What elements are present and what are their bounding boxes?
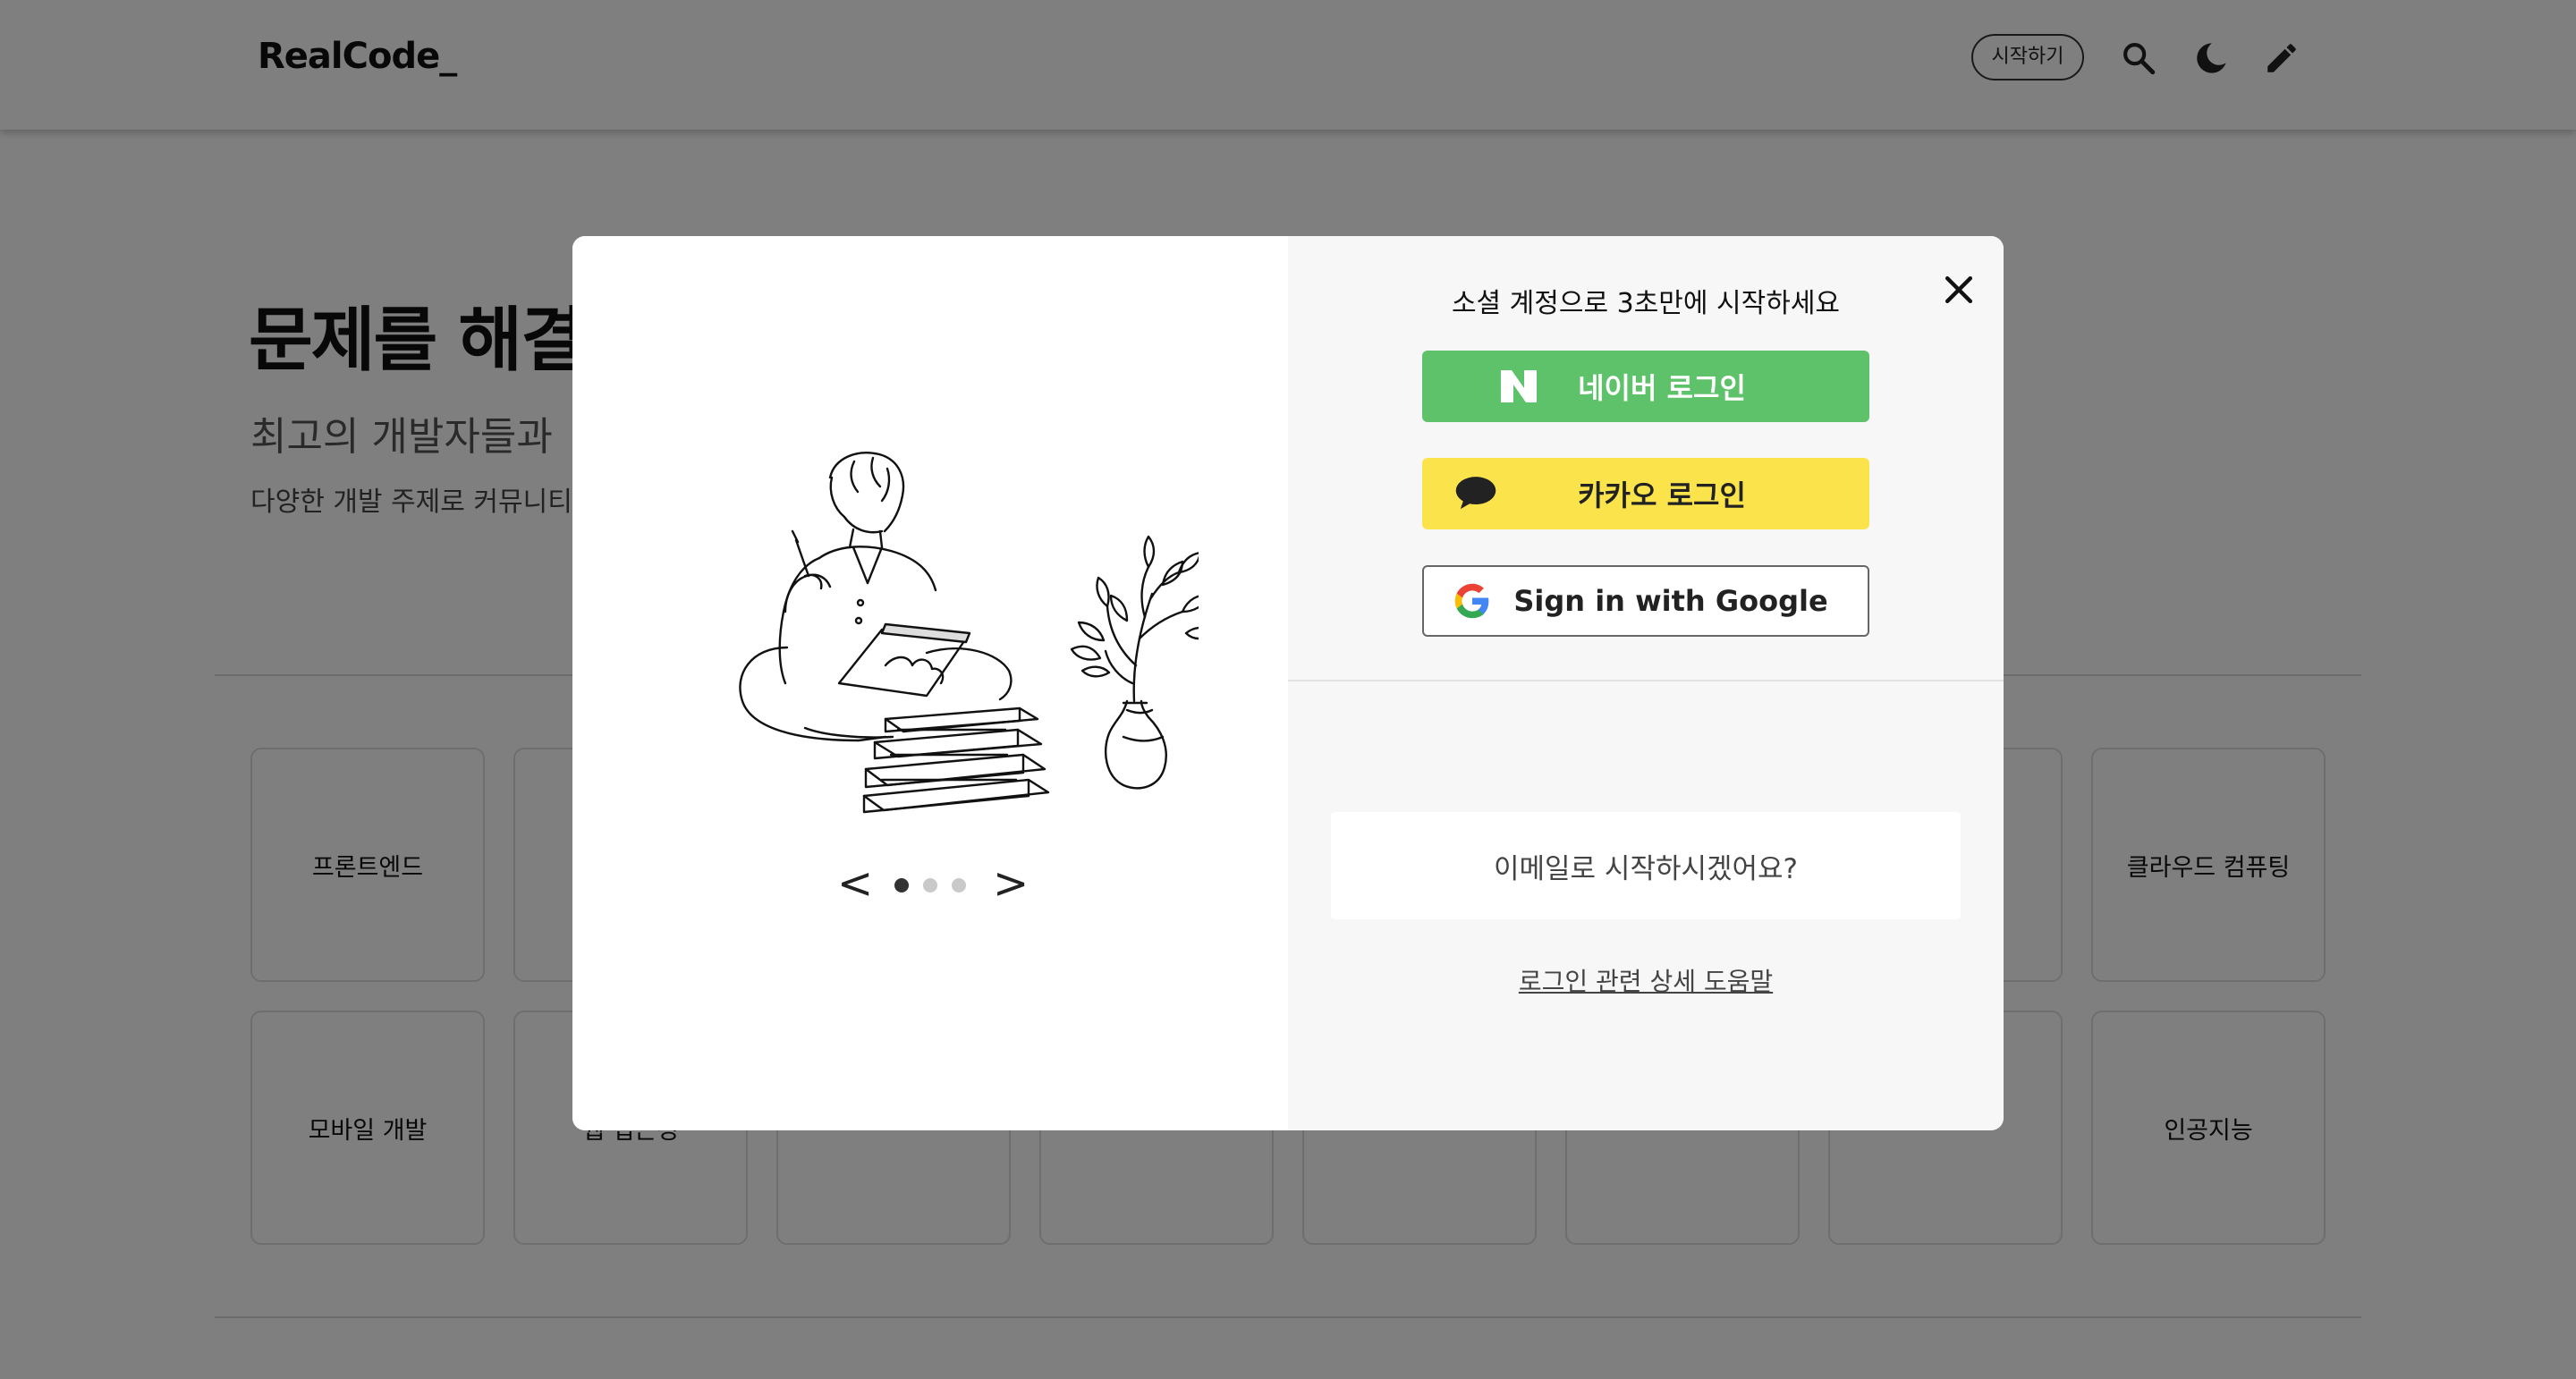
modal-title: 소셜 계정으로 3초만에 시작하세요 bbox=[1451, 288, 1841, 319]
naver-icon bbox=[1497, 367, 1540, 406]
carousel-dot[interactable] bbox=[952, 878, 966, 893]
carousel-dot[interactable] bbox=[923, 878, 937, 893]
google-icon bbox=[1451, 581, 1494, 621]
login-help-link[interactable]: 로그인 관련 상세 도움말 bbox=[1288, 962, 2004, 998]
naver-login-button[interactable]: 네이버 로그인 bbox=[1422, 351, 1869, 422]
kakao-login-label: 카카오 로그인 bbox=[1578, 478, 1746, 512]
modal-divider bbox=[1288, 680, 2004, 681]
modal-login-panel: 소셜 계정으로 3초만에 시작하세요 네이버 로그인 카카오 로그인 Sign … bbox=[1288, 236, 2004, 1130]
google-login-label: Sign in with Google bbox=[1513, 584, 1828, 618]
carousel-prev-button[interactable]: < bbox=[837, 862, 873, 905]
google-login-button[interactable]: Sign in with Google bbox=[1422, 565, 1869, 637]
naver-login-label: 네이버 로그인 bbox=[1578, 371, 1746, 405]
carousel-dot-active[interactable] bbox=[894, 878, 909, 893]
close-icon[interactable] bbox=[1939, 270, 1979, 309]
kakao-login-button[interactable]: 카카오 로그인 bbox=[1422, 458, 1869, 529]
login-modal: < > 소셜 계정으로 3초만에 시작하세요 네이버 로그인 카카오 로그인 S… bbox=[572, 236, 2004, 1130]
carousel-next-button[interactable]: > bbox=[993, 862, 1029, 905]
email-login-button[interactable]: 이메일로 시작하시겠어요? bbox=[1331, 812, 1961, 919]
modal-illustration-panel: < > bbox=[572, 236, 1288, 1130]
kakao-icon bbox=[1454, 474, 1497, 513]
person-reading-illustration bbox=[739, 452, 1199, 814]
